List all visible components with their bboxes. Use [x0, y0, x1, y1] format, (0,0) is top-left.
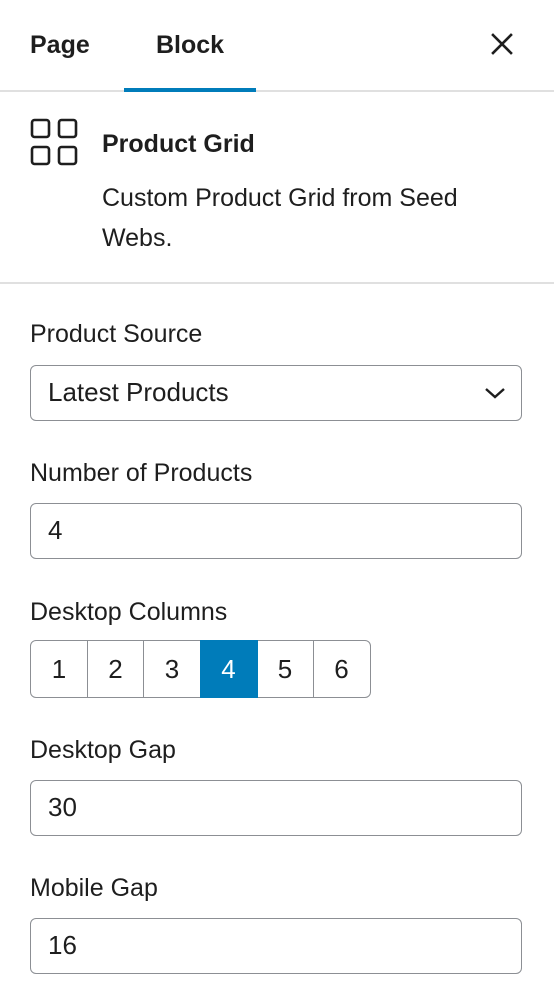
desktop-columns-button-group: 1 2 3 4 5 6 [30, 640, 371, 698]
tab-block[interactable]: Block [124, 0, 256, 90]
product-source-value: Latest Products [48, 377, 229, 407]
product-source-select[interactable]: Latest Products [30, 365, 522, 421]
chevron-down-icon [485, 388, 505, 399]
block-description: Custom Product Grid from Seed Webs. [102, 184, 458, 252]
column-option-button[interactable]: 5 [256, 640, 314, 698]
mobile-gap-label: Mobile Gap [30, 874, 158, 902]
column-option-button[interactable]: 3 [143, 640, 201, 698]
close-button[interactable] [484, 26, 520, 62]
column-option-button[interactable]: 6 [312, 640, 371, 698]
number-of-products-label: Number of Products [30, 459, 253, 487]
product-source-label: Product Source [30, 320, 203, 348]
column-option-button-selected[interactable]: 4 [199, 640, 258, 698]
block-title: Product Grid [102, 130, 255, 158]
grid-icon [30, 118, 78, 166]
desktop-gap-input[interactable]: 30 [30, 780, 522, 836]
tab-page[interactable]: Page [30, 0, 90, 90]
number-of-products-input[interactable]: 4 [30, 503, 522, 559]
block-card: Product Grid Custom Product Grid from Se… [0, 92, 554, 284]
mobile-gap-input[interactable]: 16 [30, 918, 522, 974]
sidebar-tabs: Page Block [0, 0, 554, 92]
column-option-button[interactable]: 2 [86, 640, 145, 698]
desktop-columns-label: Desktop Columns [30, 598, 228, 626]
column-option-button[interactable]: 1 [30, 640, 88, 698]
close-icon [491, 33, 513, 55]
desktop-gap-label: Desktop Gap [30, 736, 176, 764]
